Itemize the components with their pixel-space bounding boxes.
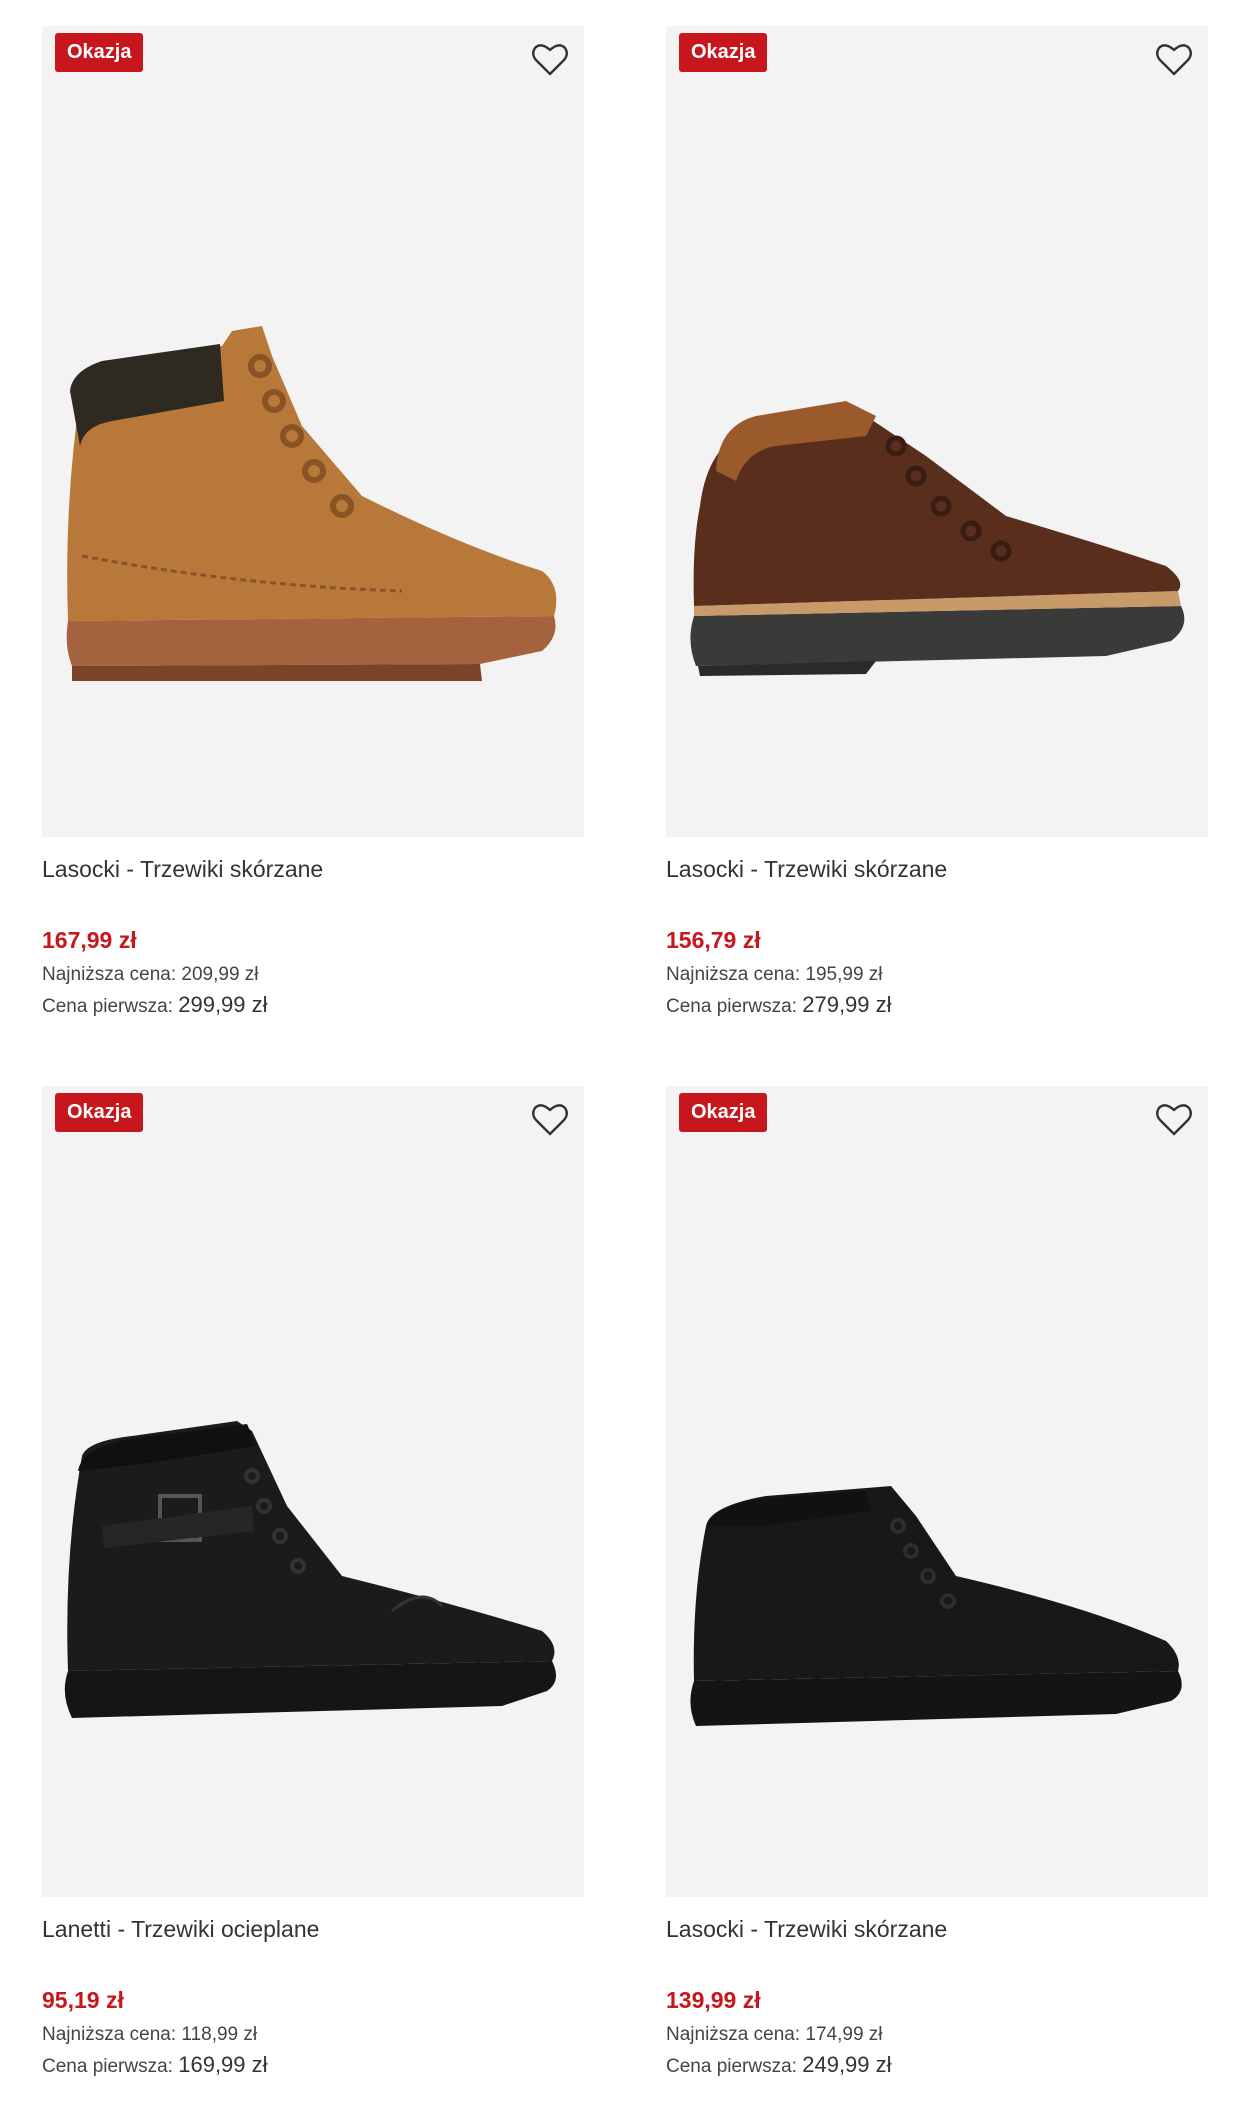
first-price-label: Cena pierwsza:	[666, 2056, 797, 2077]
product-image[interactable]	[42, 1086, 584, 1897]
product-image-box[interactable]: Okazja	[42, 26, 584, 837]
product-price: 167,99 zł	[42, 927, 137, 953]
product-image[interactable]	[42, 26, 584, 837]
lowest-price-value: 195,99 zł	[805, 964, 883, 985]
sale-badge: Okazja	[55, 1093, 144, 1132]
product-title[interactable]: Lasocki - Trzewiki skórzane	[42, 854, 584, 884]
product-image[interactable]	[666, 26, 1208, 837]
sale-badge: Okazja	[55, 33, 144, 72]
lowest-price-value: 118,99 zł	[181, 2024, 258, 2045]
first-price-row: Cena pierwsza: 249,99 zł	[666, 2050, 1208, 2082]
product-title[interactable]: Lasocki - Trzewiki skórzane	[666, 854, 1208, 884]
product-title[interactable]: Lanetti - Trzewiki ocieplane	[42, 1914, 584, 1944]
product-image-box[interactable]: Okazja	[666, 26, 1208, 837]
first-price-label: Cena pierwsza:	[42, 2056, 173, 2077]
sale-badge: Okazja	[679, 33, 768, 72]
lowest-price-row: Najniższa cena: 174,99 zł	[666, 2020, 1208, 2050]
product-image-box[interactable]: Okazja	[666, 1086, 1208, 1897]
lowest-price-label: Najniższa cena:	[42, 2024, 177, 2045]
wishlist-heart-icon[interactable]	[1154, 40, 1194, 80]
product-price: 156,79 zł	[666, 927, 761, 953]
product-card[interactable]: Okazja Lasocki - Trzewiki skórzane 156,7…	[666, 26, 1208, 1022]
product-image[interactable]	[666, 1086, 1208, 1897]
product-price: 139,99 zł	[666, 1987, 761, 2013]
lowest-price-value: 209,99 zł	[181, 964, 259, 985]
first-price-label: Cena pierwsza:	[42, 996, 173, 1017]
first-price-row: Cena pierwsza: 299,99 zł	[42, 990, 584, 1022]
first-price-value: 169,99 zł	[178, 2052, 268, 2077]
first-price-row: Cena pierwsza: 279,99 zł	[666, 990, 1208, 1022]
product-title[interactable]: Lasocki - Trzewiki skórzane	[666, 1914, 1208, 1944]
first-price-value: 299,99 zł	[178, 992, 268, 1017]
first-price-row: Cena pierwsza: 169,99 zł	[42, 2050, 584, 2082]
lowest-price-row: Najniższa cena: 209,99 zł	[42, 960, 584, 990]
sale-badge: Okazja	[679, 1093, 768, 1132]
first-price-label: Cena pierwsza:	[666, 996, 797, 1017]
first-price-value: 249,99 zł	[802, 2052, 892, 2077]
lowest-price-label: Najniższa cena:	[666, 964, 801, 985]
lowest-price-row: Najniższa cena: 118,99 zł	[42, 2020, 584, 2050]
first-price-value: 279,99 zł	[802, 992, 892, 1017]
wishlist-heart-icon[interactable]	[530, 40, 570, 80]
lowest-price-label: Najniższa cena:	[666, 2024, 801, 2045]
product-card[interactable]: Okazja Lanetti - Trzewiki ocieplane 95,1…	[42, 1086, 584, 2082]
lowest-price-value: 174,99 zł	[805, 2024, 883, 2045]
product-image-box[interactable]: Okazja	[42, 1086, 584, 1897]
product-price: 95,19 zł	[42, 1987, 124, 2013]
wishlist-heart-icon[interactable]	[1154, 1100, 1194, 1140]
wishlist-heart-icon[interactable]	[530, 1100, 570, 1140]
lowest-price-label: Najniższa cena:	[42, 964, 177, 985]
lowest-price-row: Najniższa cena: 195,99 zł	[666, 960, 1208, 990]
product-card[interactable]: Okazja Lasocki - Trzewiki skórzane 139,9…	[666, 1086, 1208, 2082]
product-card[interactable]: Okazja Lasocki - Trzewiki skórzane 167,9…	[42, 26, 584, 1022]
